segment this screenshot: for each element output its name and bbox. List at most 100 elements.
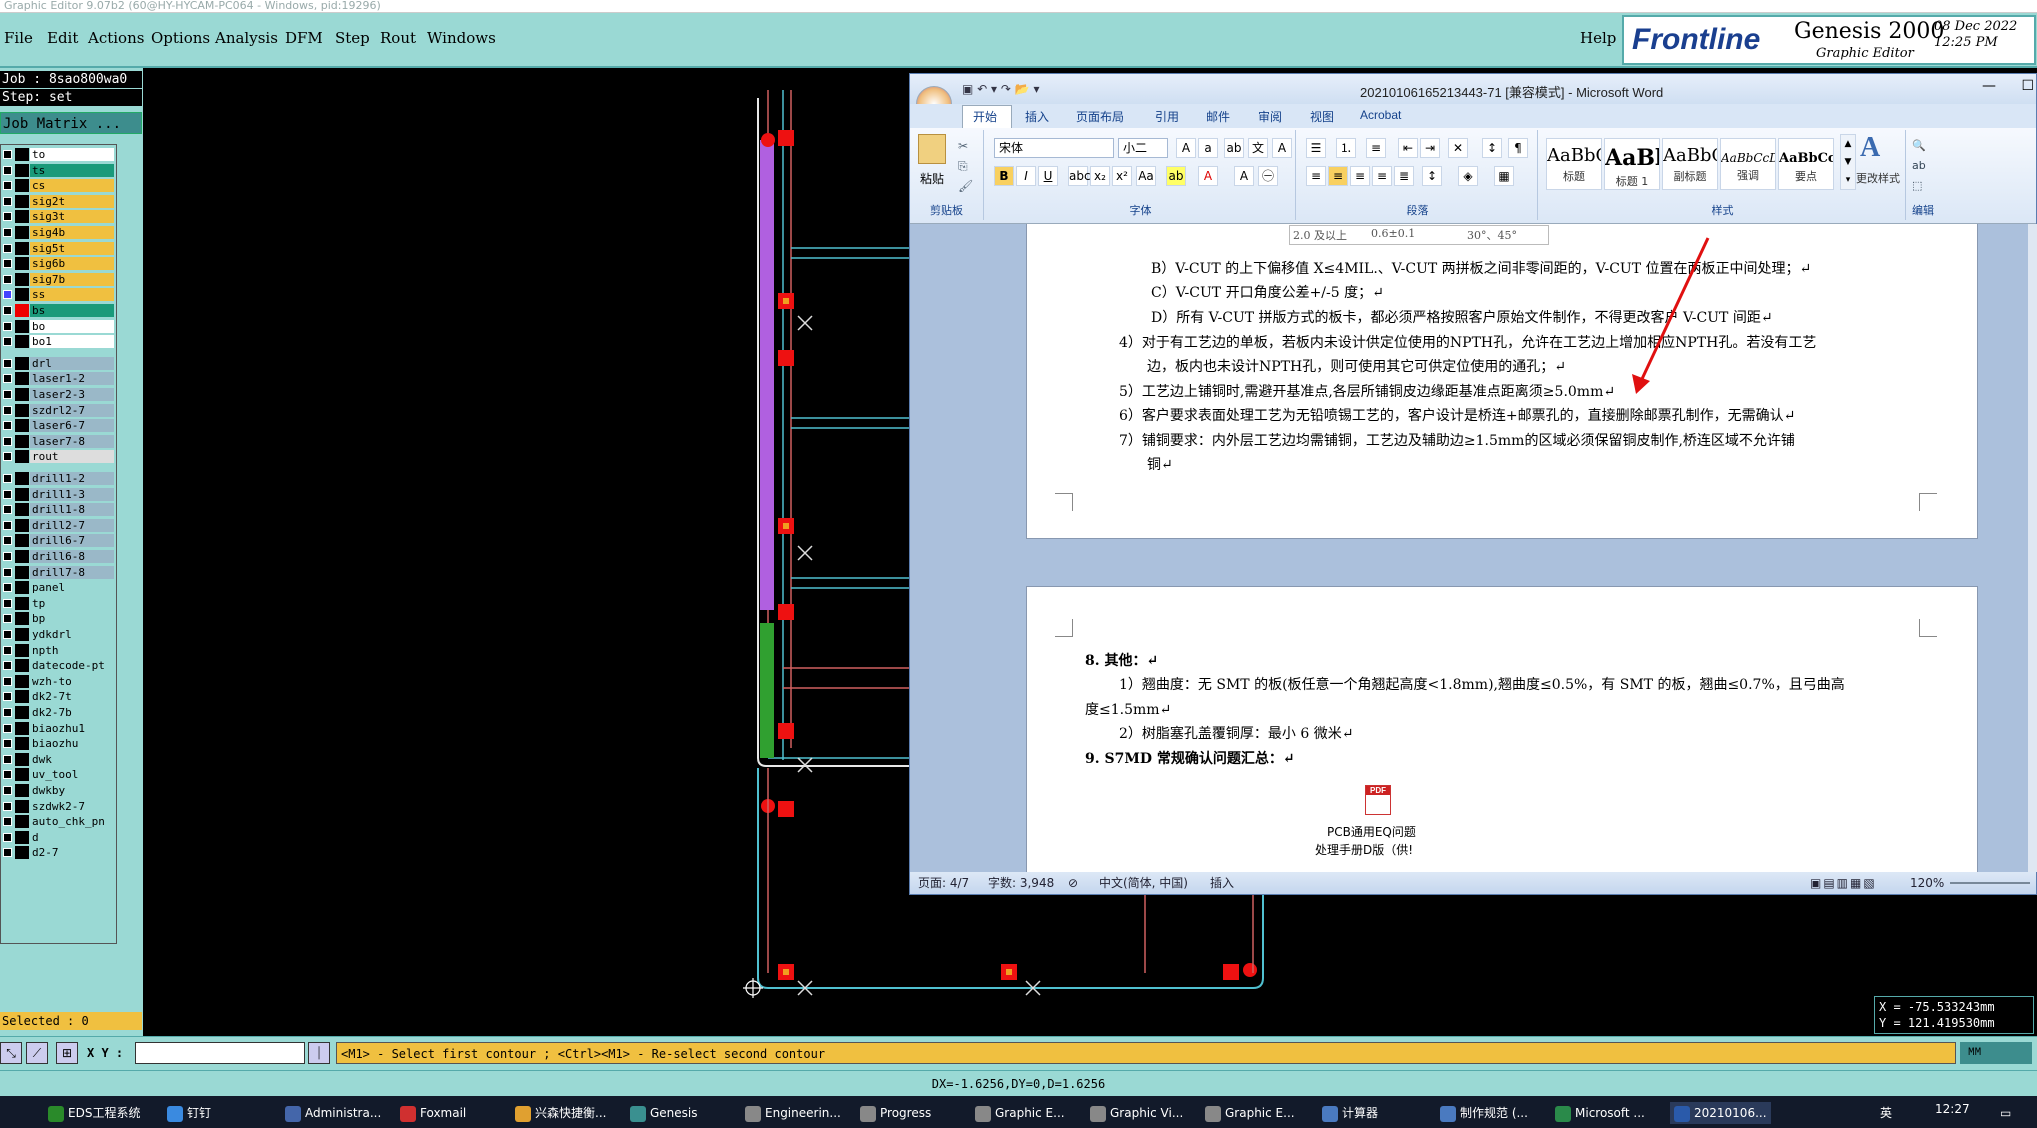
layer-color-swatch[interactable]: [15, 596, 29, 610]
layer-name[interactable]: rout: [30, 450, 114, 464]
layer-checkbox[interactable]: [3, 832, 12, 842]
clear-format-icon[interactable]: ab: [1224, 138, 1244, 158]
layer-checkbox[interactable]: [3, 290, 12, 300]
ime-indicator[interactable]: 英: [1880, 1102, 1892, 1124]
distribute-icon[interactable]: ≣: [1394, 166, 1414, 186]
layer-row[interactable]: ydkdrl: [1, 627, 115, 642]
layer-checkbox[interactable]: [3, 567, 12, 577]
layer-color-swatch[interactable]: [15, 643, 29, 657]
layer-color-swatch[interactable]: [15, 581, 29, 595]
layer-color-swatch[interactable]: [15, 737, 29, 751]
highlight-icon[interactable]: ab: [1166, 166, 1186, 186]
layer-checkbox[interactable]: [3, 243, 12, 253]
layer-row[interactable]: laser2-3: [1, 387, 115, 402]
char-border-icon[interactable]: A: [1272, 138, 1292, 158]
layer-color-swatch[interactable]: [15, 403, 29, 417]
menu-help[interactable]: Help: [1580, 29, 1616, 47]
layer-row[interactable]: drill2-7: [1, 518, 115, 533]
layer-color-swatch[interactable]: [15, 226, 29, 239]
layer-name[interactable]: ydkdrl: [30, 628, 114, 641]
layer-name[interactable]: drill2-7: [30, 518, 114, 532]
layer-name[interactable]: ts: [30, 163, 114, 177]
layer-name[interactable]: ss: [30, 288, 114, 302]
layer-color-swatch[interactable]: [15, 434, 29, 448]
bullets-icon[interactable]: ☰: [1306, 138, 1326, 158]
task-progress[interactable]: Progress: [860, 1102, 931, 1124]
layer-checkbox[interactable]: [3, 754, 12, 764]
layer-color-swatch[interactable]: [15, 356, 29, 370]
menu-dfm[interactable]: DFM: [285, 29, 323, 47]
layer-row[interactable]: drill6-7: [1, 533, 115, 548]
layer-color-swatch[interactable]: [15, 372, 29, 386]
style-title[interactable]: AaBbC 标题: [1546, 138, 1602, 190]
layer-color-swatch[interactable]: [15, 706, 29, 719]
task-word-doc[interactable]: 20210106...: [1670, 1102, 1771, 1124]
layer-name[interactable]: sig4b: [30, 226, 114, 239]
layer-color-swatch[interactable]: [15, 674, 29, 688]
task-spec[interactable]: 制作规范 (...: [1440, 1102, 1528, 1124]
tab-page-layout[interactable]: 页面布局: [1076, 108, 1124, 125]
layer-checkbox[interactable]: [3, 489, 12, 499]
line-spacing-icon[interactable]: ↕: [1422, 166, 1442, 186]
tab-insert[interactable]: 插入: [1025, 108, 1049, 125]
layer-checkbox[interactable]: [3, 801, 12, 811]
clock[interactable]: 12:27: [1935, 1098, 1970, 1120]
word-count[interactable]: 字数: 3,948: [988, 872, 1054, 894]
layer-color-swatch[interactable]: [15, 194, 29, 208]
layer-row[interactable]: cs: [1, 178, 115, 193]
layer-row[interactable]: sig4b: [1, 225, 115, 240]
layer-color-swatch[interactable]: [15, 419, 29, 433]
layer-checkbox[interactable]: [3, 708, 12, 717]
layer-row[interactable]: dwk: [1, 752, 115, 767]
layer-name[interactable]: datecode-pt: [30, 659, 114, 673]
task-graphic-editor-1[interactable]: Graphic E...: [975, 1102, 1065, 1124]
layer-color-swatch[interactable]: [15, 565, 29, 579]
layer-checkbox[interactable]: [3, 165, 12, 175]
layer-color-swatch[interactable]: [15, 335, 29, 349]
layer-name[interactable]: auto_chk_pn: [30, 815, 114, 829]
layer-checkbox[interactable]: [3, 358, 12, 368]
menu-file[interactable]: File: [4, 29, 33, 47]
layer-name[interactable]: dk2-7t: [30, 690, 114, 704]
task-calculator[interactable]: 计算器: [1322, 1102, 1378, 1124]
layer-checkbox[interactable]: [3, 274, 12, 284]
layer-checkbox[interactable]: [3, 583, 12, 593]
subscript-icon[interactable]: x₂: [1090, 166, 1110, 186]
layer-checkbox[interactable]: [3, 552, 12, 561]
layer-color-swatch[interactable]: [15, 304, 29, 317]
layer-row[interactable]: laser1-2: [1, 371, 115, 386]
layer-checkbox[interactable]: [3, 436, 12, 446]
layer-name[interactable]: laser2-3: [30, 388, 114, 401]
layer-row[interactable]: drill1-3: [1, 487, 115, 502]
layer-color-swatch[interactable]: [15, 503, 29, 517]
layer-row[interactable]: bo1: [1, 334, 115, 349]
layer-row[interactable]: drill6-8: [1, 549, 115, 564]
underline-icon[interactable]: U: [1038, 166, 1058, 186]
shrink-font-icon[interactable]: a: [1198, 138, 1218, 158]
style-emphasis[interactable]: AaBbCcDc 强调: [1720, 138, 1776, 190]
layer-name[interactable]: drill1-3: [30, 487, 114, 501]
task-admin[interactable]: Administra...: [285, 1102, 381, 1124]
asian-layout-icon[interactable]: ✕: [1448, 138, 1468, 158]
layer-color-swatch[interactable]: [15, 241, 29, 255]
layer-checkbox[interactable]: [3, 536, 12, 546]
layer-row[interactable]: biaozhu: [1, 736, 115, 751]
layer-checkbox[interactable]: [3, 598, 12, 608]
tab-view[interactable]: 视图: [1310, 108, 1334, 125]
layer-color-swatch[interactable]: [15, 272, 29, 286]
layer-checkbox[interactable]: [3, 786, 12, 795]
layer-name[interactable]: bo1: [30, 335, 114, 349]
task-genesis[interactable]: Genesis: [630, 1102, 698, 1124]
layer-name[interactable]: sig2t: [30, 194, 114, 208]
font-color-icon[interactable]: A: [1198, 166, 1218, 186]
char-shading-icon[interactable]: A: [1234, 166, 1254, 186]
layer-color-swatch[interactable]: [15, 815, 29, 829]
layer-name[interactable]: laser6-7: [30, 419, 114, 433]
layer-checkbox[interactable]: [3, 848, 12, 858]
layer-color-swatch[interactable]: [15, 148, 29, 161]
view-buttons-icon[interactable]: ▣▤▥▦▧: [1810, 872, 1877, 894]
italic-icon[interactable]: I: [1016, 166, 1036, 186]
change-case-icon[interactable]: Aa: [1136, 166, 1156, 186]
layer-checkbox[interactable]: [3, 630, 12, 639]
zoom-level[interactable]: 120%: [1910, 872, 1944, 894]
